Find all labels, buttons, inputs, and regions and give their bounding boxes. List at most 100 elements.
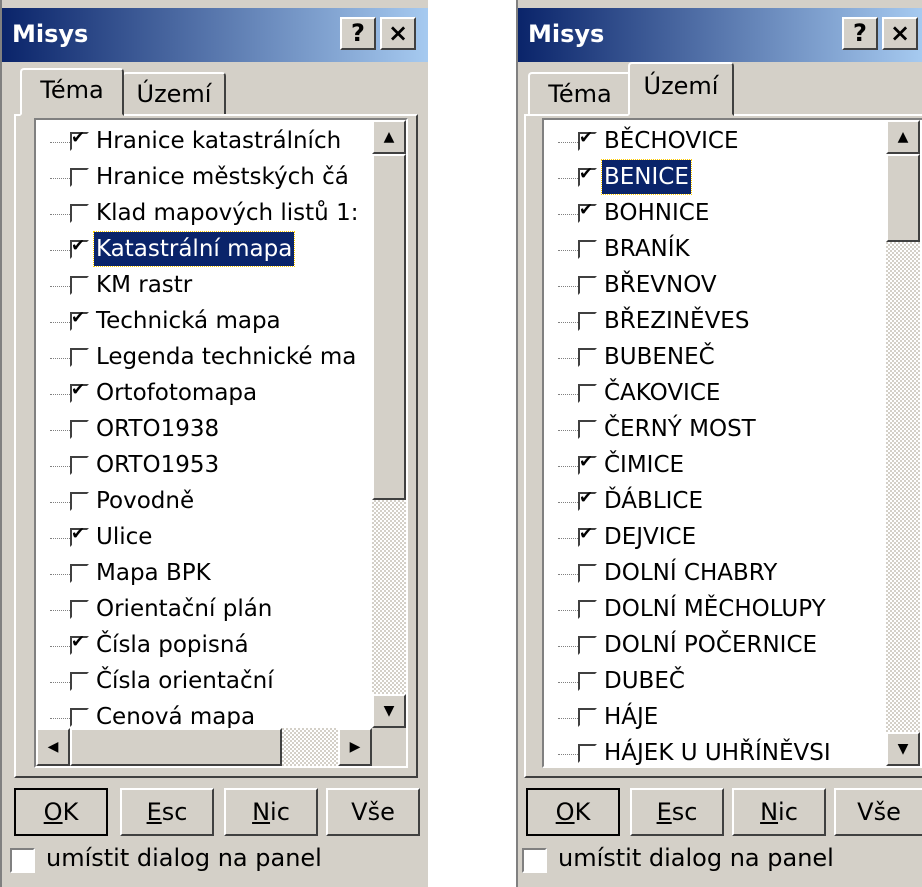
list-item[interactable]: Katastrální mapa (36, 231, 366, 268)
territory-list[interactable]: BĚCHOVICE BENICE BOHNICE BRANÍK BŘEVNOV BŘEZI… (542, 118, 922, 768)
list-item[interactable]: Hranice městských čá (36, 160, 366, 196)
list-item[interactable]: KM rastr (36, 268, 366, 304)
list-item[interactable]: DEJVICE (544, 520, 874, 556)
list-item[interactable]: BĚCHOVICE (544, 124, 874, 160)
item-checkbox[interactable] (578, 708, 597, 727)
ok-button[interactable]: OK (526, 788, 620, 836)
list-item[interactable]: DOLNÍ MĚCHOLUPY (544, 592, 874, 628)
item-checkbox[interactable] (578, 200, 597, 223)
tab-uzemi[interactable]: Území (122, 72, 226, 116)
scroll-right-button[interactable]: ▶ (338, 728, 372, 766)
title-bar[interactable]: Misys ? × (2, 8, 428, 62)
item-checkbox[interactable] (578, 240, 597, 259)
item-checkbox[interactable] (70, 600, 89, 619)
list-item[interactable]: Orientační plán (36, 592, 366, 628)
item-checkbox[interactable] (70, 236, 89, 259)
item-checkbox[interactable] (70, 168, 89, 187)
item-checkbox[interactable] (70, 492, 89, 511)
item-checkbox[interactable] (70, 380, 89, 403)
item-checkbox[interactable] (70, 632, 89, 655)
vse-button[interactable]: Vše (834, 788, 922, 836)
item-checkbox[interactable] (70, 128, 89, 151)
tab-tema[interactable]: Téma (20, 68, 124, 116)
tab-uzemi[interactable]: Území (628, 62, 734, 116)
vse-button[interactable]: Vše (326, 788, 420, 836)
list-item[interactable]: BRANÍK (544, 232, 874, 268)
item-checkbox[interactable] (70, 308, 89, 331)
dock-dialog-checkbox[interactable] (10, 848, 35, 873)
help-button[interactable]: ? (340, 17, 376, 50)
list-item[interactable]: BENICE (544, 159, 874, 196)
item-checkbox[interactable] (578, 600, 597, 619)
list-item[interactable]: BŘEZINĚVES (544, 304, 874, 340)
list-item[interactable]: ORTO1953 (36, 448, 366, 484)
item-checkbox[interactable] (70, 708, 89, 727)
item-checkbox[interactable] (70, 564, 89, 583)
tab-tema[interactable]: Téma (528, 72, 632, 116)
list-item[interactable]: ORTO1938 (36, 412, 366, 448)
item-checkbox[interactable] (578, 564, 597, 583)
item-checkbox[interactable] (70, 524, 89, 547)
list-item[interactable]: DUBEČ (544, 664, 874, 700)
item-checkbox[interactable] (578, 276, 597, 295)
vertical-scroll-thumb[interactable] (886, 154, 920, 242)
item-checkbox[interactable] (578, 488, 597, 511)
list-item[interactable]: Mapa BPK (36, 556, 366, 592)
nic-button[interactable]: Nic (732, 788, 826, 836)
item-checkbox[interactable] (578, 164, 597, 187)
item-checkbox[interactable] (578, 312, 597, 331)
item-checkbox[interactable] (70, 204, 89, 223)
item-checkbox[interactable] (578, 452, 597, 475)
list-item[interactable]: BUBENEČ (544, 340, 874, 376)
list-item[interactable]: Povodně (36, 484, 366, 520)
item-checkbox[interactable] (578, 420, 597, 439)
dock-dialog-checkbox[interactable] (522, 848, 547, 873)
item-checkbox[interactable] (70, 672, 89, 691)
list-item[interactable]: DOLNÍ POČERNICE (544, 628, 874, 664)
item-checkbox[interactable] (70, 420, 89, 439)
scroll-up-button[interactable]: ▲ (372, 120, 406, 154)
item-checkbox[interactable] (578, 636, 597, 655)
list-item[interactable]: Ortofotomapa (36, 376, 366, 412)
item-checkbox[interactable] (578, 744, 597, 763)
item-checkbox[interactable] (578, 384, 597, 403)
item-checkbox[interactable] (70, 276, 89, 295)
horizontal-scroll-thumb[interactable] (70, 728, 282, 766)
list-item[interactable]: Hranice katastrálních (36, 124, 366, 160)
item-checkbox[interactable] (70, 348, 89, 367)
list-item[interactable]: BOHNICE (544, 196, 874, 232)
list-item[interactable]: DOLNÍ CHABRY (544, 556, 874, 592)
list-item[interactable]: ČERNÝ MOST (544, 412, 874, 448)
list-item[interactable]: BŘEVNOV (544, 268, 874, 304)
list-item[interactable]: Čísla orientační (36, 664, 366, 700)
list-item[interactable]: ČIMICE (544, 448, 874, 484)
list-item[interactable]: Klad mapových listů 1: (36, 196, 366, 232)
scroll-down-button[interactable]: ▼ (886, 732, 920, 766)
scroll-left-button[interactable]: ◀ (36, 728, 70, 766)
list-item[interactable]: Technická mapa (36, 304, 366, 340)
list-item[interactable]: Čísla popisná (36, 628, 366, 664)
scroll-down-button[interactable]: ▼ (372, 694, 406, 728)
list-item[interactable]: HÁJE (544, 700, 874, 736)
esc-button[interactable]: Esc (630, 788, 724, 836)
nic-button[interactable]: Nic (224, 788, 318, 836)
item-checkbox[interactable] (578, 348, 597, 367)
list-item[interactable]: Ulice (36, 520, 366, 556)
list-item[interactable]: Legenda technické ma (36, 340, 366, 376)
item-checkbox[interactable] (578, 672, 597, 691)
theme-list[interactable]: Hranice katastrálních Hranice městských č… (34, 118, 408, 768)
item-checkbox[interactable] (578, 524, 597, 547)
close-button[interactable]: × (882, 17, 918, 50)
ok-button[interactable]: OK (14, 788, 108, 836)
list-item[interactable]: ČAKOVICE (544, 376, 874, 412)
list-item[interactable]: ĎÁBLICE (544, 484, 874, 520)
list-item[interactable]: HÁJEK U UHŘÍNĚVSI (544, 736, 874, 766)
item-checkbox[interactable] (578, 128, 597, 151)
esc-button[interactable]: Esc (120, 788, 214, 836)
vertical-scroll-thumb[interactable] (372, 154, 406, 500)
close-button[interactable]: × (380, 17, 416, 50)
scroll-up-button[interactable]: ▲ (886, 120, 920, 154)
help-button[interactable]: ? (842, 17, 878, 50)
item-checkbox[interactable] (70, 456, 89, 475)
title-bar[interactable]: Misys ? × (518, 8, 922, 62)
